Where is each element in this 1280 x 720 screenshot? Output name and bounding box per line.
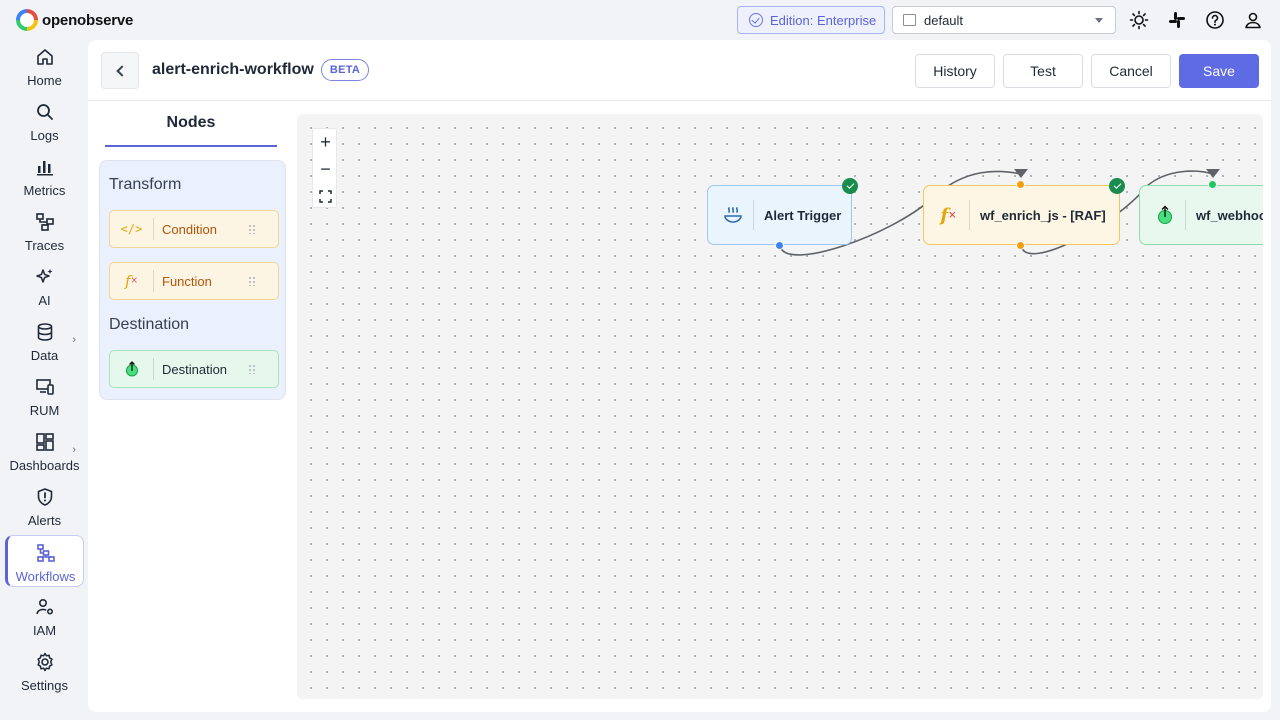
palette-node-label: Condition <box>162 221 217 237</box>
sidebar-item-settings[interactable]: Settings <box>5 645 84 697</box>
node-label: wf_webhoo <box>1196 207 1263 223</box>
test-button[interactable]: Test <box>1003 54 1083 88</box>
function-input-handle[interactable] <box>1016 180 1025 189</box>
sidebar-item-label: Workflows <box>15 569 76 584</box>
node-destination-webhook[interactable]: wf_webhoo <box>1139 185 1263 245</box>
sidebar-item-label: RUM <box>29 403 60 418</box>
cancel-button[interactable]: Cancel <box>1091 54 1171 88</box>
search-icon <box>34 101 56 123</box>
bar-chart-icon <box>34 156 56 178</box>
history-button[interactable]: History <box>915 54 995 88</box>
code-icon: </> <box>110 218 154 240</box>
node-function-enrich[interactable]: f × wf_enrich_js - [RAF] <box>923 185 1120 245</box>
back-button[interactable] <box>101 52 139 89</box>
brand-name: openobserve <box>42 11 134 29</box>
sidebar-item-iam[interactable]: IAM <box>5 590 84 642</box>
sidebar-item-label: Home <box>27 73 62 88</box>
transform-group-title: Transform <box>109 176 182 193</box>
sidebar-item-home[interactable]: Home <box>5 40 84 92</box>
chevron-down-icon <box>1095 18 1103 23</box>
org-select[interactable]: default <box>892 6 1116 34</box>
chevron-right-icon: › <box>72 444 76 456</box>
drag-handle-icon[interactable] <box>248 364 256 374</box>
save-button[interactable]: Save <box>1179 54 1259 88</box>
sidebar-item-label: Data <box>30 348 59 363</box>
sidebar-item-traces[interactable]: Traces <box>5 205 84 257</box>
logo-icon <box>16 9 38 31</box>
check-circle-icon <box>749 13 763 27</box>
sidebar-item-label: AI <box>38 293 51 308</box>
database-icon <box>34 321 56 343</box>
sidebar-item-data[interactable]: Data › <box>5 315 84 367</box>
traces-icon <box>34 211 56 233</box>
tab-nodes[interactable]: Nodes <box>105 114 277 147</box>
sidebar-item-rum[interactable]: RUM <box>5 370 84 422</box>
alert-shield-icon <box>34 486 56 508</box>
help-icon[interactable] <box>1205 10 1225 30</box>
upload-icon <box>1144 200 1186 230</box>
left-sidebar: Home Logs Metrics Traces AI Data › RUM D… <box>0 40 88 720</box>
function-icon: f × <box>928 200 970 230</box>
org-selected-value: default <box>924 12 964 28</box>
sidebar-item-dashboards[interactable]: Dashboards › <box>5 425 84 477</box>
sidebar-item-label: Traces <box>24 238 65 253</box>
sidebar-item-alerts[interactable]: Alerts <box>5 480 84 532</box>
sidebar-item-label: Metrics <box>23 183 66 198</box>
page-title: alert-enrich-workflow <box>152 61 314 78</box>
chevron-left-icon <box>115 64 128 77</box>
palette-node-label: Function <box>162 273 212 289</box>
slack-icon[interactable] <box>1167 10 1187 30</box>
sidebar-item-ai[interactable]: AI <box>5 260 84 312</box>
trigger-output-handle[interactable] <box>775 241 784 250</box>
sidebar-item-workflows[interactable]: Workflows <box>5 535 84 587</box>
sidebar-item-logs[interactable]: Logs <box>5 95 84 147</box>
top-bar: openobserve Edition: Enterprise default <box>0 0 1280 40</box>
beta-badge: BETA <box>321 59 369 81</box>
node-alert-trigger[interactable]: Alert Trigger <box>707 185 852 245</box>
palette-function-node[interactable]: f × Function <box>109 262 279 300</box>
palette-condition-node[interactable]: </> Condition <box>109 210 279 248</box>
sidebar-item-label: IAM <box>32 623 57 638</box>
function-icon: f × <box>110 270 154 292</box>
sidebar-item-label: Settings <box>21 678 68 693</box>
drag-handle-icon[interactable] <box>248 224 256 234</box>
users-gear-icon <box>34 596 56 618</box>
destination-group-title: Destination <box>109 316 190 333</box>
node-label: Alert Trigger <box>764 207 842 223</box>
workflow-canvas[interactable]: + − Alert Trigger f × wf_enrich_js - [RAF… <box>297 114 1263 699</box>
palette-node-label: Destination <box>162 361 228 377</box>
edition-label: Edition: Enterprise <box>770 12 877 28</box>
upload-icon <box>110 358 154 380</box>
theme-toggle-icon[interactable] <box>1129 10 1149 30</box>
node-palette: Transform </> Condition f × Function Dest… <box>99 160 286 400</box>
workflow-editor: alert-enrich-workflow BETA History Test … <box>88 40 1271 712</box>
trigger-icon <box>712 200 754 230</box>
sidebar-item-label: Logs <box>30 128 59 143</box>
sidebar-item-label: Dashboards <box>9 458 80 473</box>
workflow-icon <box>35 542 57 564</box>
drag-handle-icon[interactable] <box>248 276 256 286</box>
palette-destination-node[interactable]: Destination <box>109 350 279 388</box>
dashboard-icon <box>34 431 56 453</box>
valid-check-icon <box>1109 178 1125 194</box>
building-icon <box>903 14 916 26</box>
gear-icon <box>34 651 56 673</box>
valid-check-icon <box>842 178 858 194</box>
destination-input-handle[interactable] <box>1208 180 1217 189</box>
home-icon <box>34 46 56 68</box>
node-label: wf_enrich_js - [RAF] <box>980 207 1106 223</box>
editor-header: alert-enrich-workflow BETA History Test … <box>88 40 1271 101</box>
openobserve-logo[interactable]: openobserve <box>16 9 133 31</box>
sparkles-icon <box>34 266 56 288</box>
edition-badge[interactable]: Edition: Enterprise <box>737 6 885 34</box>
sidebar-item-label: Alerts <box>27 513 62 528</box>
function-output-handle[interactable] <box>1016 241 1025 250</box>
chevron-right-icon: › <box>72 334 76 346</box>
devices-icon <box>34 376 56 398</box>
sidebar-item-metrics[interactable]: Metrics <box>5 150 84 202</box>
user-icon[interactable] <box>1243 10 1263 30</box>
